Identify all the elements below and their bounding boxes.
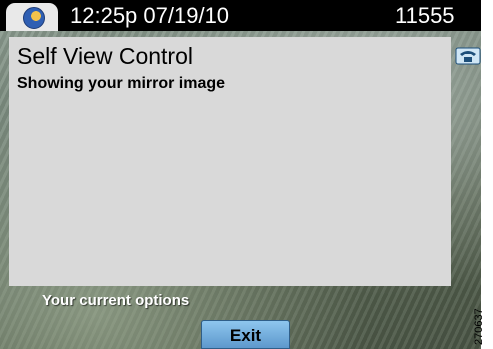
phone-screen: 12:25p 07/19/10 11555 Self View Control … xyxy=(0,0,481,349)
self-view-panel: Self View Control Showing your mirror im… xyxy=(9,37,451,286)
exit-softkey[interactable]: Exit xyxy=(201,320,290,349)
options-label: Your current options xyxy=(42,292,190,309)
page-subtitle: Showing your mirror image xyxy=(17,75,226,92)
page-title: Self View Control xyxy=(17,43,193,69)
phone-icon xyxy=(455,47,481,65)
date-time: 12:25p 07/19/10 xyxy=(70,3,230,28)
figure-number: 270637 xyxy=(473,308,485,345)
globe-icon xyxy=(23,7,45,29)
status-bar: 12:25p 07/19/10 11555 xyxy=(0,0,481,31)
extension-number: 11555 xyxy=(395,3,455,28)
app-tab[interactable] xyxy=(6,3,58,31)
